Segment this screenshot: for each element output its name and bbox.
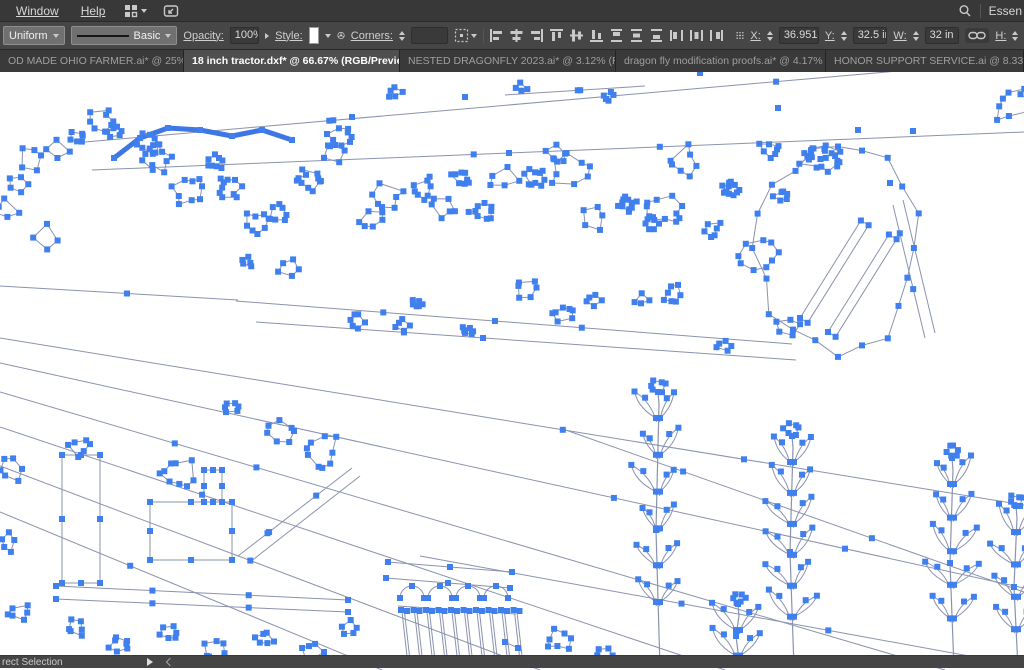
distribute-left-icon[interactable] bbox=[669, 28, 684, 43]
select-similar-icon bbox=[454, 28, 469, 43]
distribute-bottom-icon[interactable] bbox=[649, 28, 664, 43]
stroke-preview bbox=[77, 35, 129, 37]
workspace-switcher-icon[interactable] bbox=[117, 4, 154, 18]
distribute-horizontal-center-icon[interactable] bbox=[689, 28, 704, 43]
workspace-label[interactable]: Essen bbox=[989, 4, 1022, 18]
document-tabs: OD MADE OHIO FARMER.ai* @ 25% (RGB/… × 1… bbox=[0, 50, 1024, 72]
select-similar-button[interactable] bbox=[454, 28, 477, 43]
canvas[interactable] bbox=[0, 72, 1024, 670]
x-stepper[interactable] bbox=[767, 31, 773, 41]
tab-nested-dragonfly[interactable]: NESTED DRAGONFLY 2023.ai* @ 3.12% (RG… × bbox=[400, 50, 616, 72]
arrange-documents-icon[interactable] bbox=[156, 4, 186, 18]
grid-icon bbox=[124, 4, 138, 18]
chevron-down-icon bbox=[53, 34, 59, 38]
h-stepper[interactable] bbox=[1012, 31, 1018, 41]
distribute-right-icon[interactable] bbox=[709, 28, 724, 43]
color-wheel-icon[interactable] bbox=[337, 28, 345, 43]
tab-label: HONOR SUPPORT SERVICE.ai @ 8.33% (CMY bbox=[834, 55, 1024, 67]
chevron-right-icon[interactable] bbox=[265, 33, 269, 39]
opacity-input[interactable]: 100% bbox=[230, 27, 259, 44]
status-tool-label: rect Selection bbox=[2, 657, 63, 668]
divider bbox=[483, 29, 484, 43]
align-group bbox=[489, 28, 724, 43]
menu-help[interactable]: Help bbox=[71, 4, 116, 18]
status-bar: rect Selection bbox=[0, 655, 1024, 668]
y-label[interactable]: Y: bbox=[825, 30, 835, 42]
align-right-icon[interactable] bbox=[529, 28, 544, 43]
menu-window[interactable]: Window bbox=[6, 4, 69, 18]
tab-label: OD MADE OHIO FARMER.ai* @ 25% (RGB/… bbox=[8, 55, 184, 67]
link-icon bbox=[968, 30, 986, 41]
align-left-icon[interactable] bbox=[489, 28, 504, 43]
search-icon[interactable] bbox=[958, 4, 972, 18]
constrain-proportions-toggle[interactable] bbox=[965, 28, 989, 43]
align-center-horizontal-icon[interactable] bbox=[509, 28, 524, 43]
tab-label: dragon fly modification proofs.ai* @ 4.1… bbox=[624, 55, 826, 67]
tab-label: NESTED DRAGONFLY 2023.ai* @ 3.12% (RG… bbox=[408, 55, 616, 67]
artwork-svg bbox=[0, 72, 1024, 670]
stroke-style-select[interactable]: Basic bbox=[71, 26, 178, 45]
distribute-vertical-center-icon[interactable] bbox=[629, 28, 644, 43]
tab-ohio-farmer[interactable]: OD MADE OHIO FARMER.ai* @ 25% (RGB/… × bbox=[0, 50, 184, 72]
corners-stepper[interactable] bbox=[399, 31, 405, 41]
corners-input[interactable] bbox=[411, 27, 448, 44]
y-input[interactable]: 32.5 in bbox=[853, 27, 888, 44]
transform-type-value: Uniform bbox=[9, 30, 48, 42]
divider bbox=[980, 4, 981, 18]
control-bar: Uniform Basic Opacity: 100% Style: Corne… bbox=[0, 22, 1024, 50]
tab-honor-support-service[interactable]: HONOR SUPPORT SERVICE.ai @ 8.33% (CMY bbox=[826, 50, 1024, 72]
w-label[interactable]: W: bbox=[893, 30, 906, 42]
tab-label: 18 inch tractor.dxf* @ 66.67% (RGB/Previ… bbox=[192, 55, 400, 67]
tab-18-inch-tractor[interactable]: 18 inch tractor.dxf* @ 66.67% (RGB/Previ… bbox=[184, 50, 400, 72]
chevron-down-icon bbox=[141, 9, 147, 13]
w-stepper[interactable] bbox=[913, 31, 919, 41]
opacity-label[interactable]: Opacity: bbox=[183, 30, 223, 42]
align-bottom-icon[interactable] bbox=[589, 28, 604, 43]
tab-dragonfly-proofs[interactable]: dragon fly modification proofs.ai* @ 4.1… bbox=[616, 50, 826, 72]
chevron-down-icon bbox=[165, 34, 171, 38]
distribute-top-icon[interactable] bbox=[609, 28, 624, 43]
align-center-vertical-icon[interactable] bbox=[569, 28, 584, 43]
style-label[interactable]: Style: bbox=[275, 30, 303, 42]
y-stepper[interactable] bbox=[841, 31, 847, 41]
chevron-down-icon bbox=[471, 34, 477, 38]
w-input[interactable]: 32 in bbox=[925, 27, 960, 44]
corners-label[interactable]: Corners: bbox=[351, 30, 393, 42]
h-label[interactable]: H: bbox=[995, 30, 1006, 42]
align-top-icon[interactable] bbox=[549, 28, 564, 43]
transform-type-select[interactable]: Uniform bbox=[3, 26, 65, 45]
menu-bar: Window Help Essen bbox=[0, 0, 1024, 22]
play-arrow-icon[interactable] bbox=[147, 658, 153, 666]
reference-point-icon[interactable] bbox=[736, 28, 744, 43]
style-swatch[interactable] bbox=[309, 27, 319, 44]
chevron-left-icon[interactable] bbox=[165, 658, 173, 666]
x-input[interactable]: 36.9514 in bbox=[779, 27, 819, 44]
stroke-style-value: Basic bbox=[134, 30, 161, 42]
x-label[interactable]: X: bbox=[750, 30, 760, 42]
chevron-down-icon[interactable] bbox=[325, 34, 331, 38]
